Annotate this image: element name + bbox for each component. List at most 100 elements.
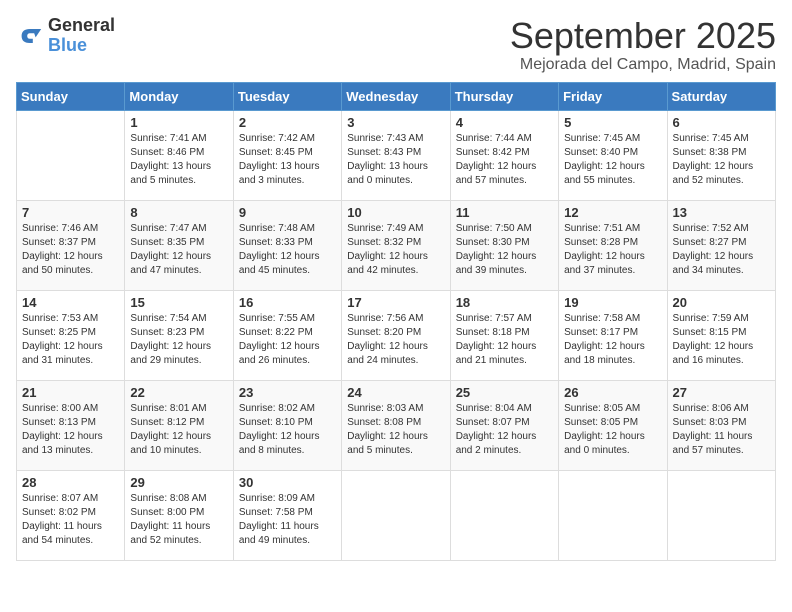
calendar-day-cell: 15 Sunrise: 7:54 AM Sunset: 8:23 PM Dayli… — [125, 290, 233, 380]
day-number: 18 — [456, 295, 553, 310]
day-number: 8 — [130, 205, 227, 220]
calendar-day-cell: 13 Sunrise: 7:52 AM Sunset: 8:27 PM Dayli… — [667, 200, 775, 290]
day-info: Sunrise: 8:03 AM Sunset: 8:08 PM Dayligh… — [347, 402, 444, 458]
day-number: 2 — [239, 115, 336, 130]
calendar-day-cell: 9Sunrise: 7:48 AM Sunset: 8:33 PM Daylig… — [233, 200, 341, 290]
calendar-day-cell: 26 Sunrise: 8:05 AM Sunset: 8:05 PM Dayli… — [559, 380, 667, 470]
logo-icon — [16, 22, 44, 50]
day-number: 28 — [22, 475, 119, 490]
calendar-day-cell: 24 Sunrise: 8:03 AM Sunset: 8:08 PM Dayli… — [342, 380, 450, 470]
day-info: Sunrise: 7:59 AM Sunset: 8:15 PM Dayligh… — [673, 312, 770, 368]
day-number: 13 — [673, 205, 770, 220]
calendar-week-row: 28 Sunrise: 8:07 AM Sunset: 8:02 PM Dayli… — [17, 470, 776, 560]
day-info: Sunrise: 7:45 AM Sunset: 8:38 PM Dayligh… — [673, 132, 770, 188]
calendar-day-cell: 22 Sunrise: 8:01 AM Sunset: 8:12 PM Dayli… — [125, 380, 233, 470]
calendar-day-cell: 29 Sunrise: 8:08 AM Sunset: 8:00 PM Dayli… — [125, 470, 233, 560]
day-number: 30 — [239, 475, 336, 490]
month-title: September 2025 — [510, 16, 776, 56]
day-number: 1 — [130, 115, 227, 130]
day-number: 9 — [239, 205, 336, 220]
day-info: Sunrise: 8:02 AM Sunset: 8:10 PM Dayligh… — [239, 402, 336, 458]
logo: General Blue — [16, 16, 115, 56]
day-number: 14 — [22, 295, 119, 310]
calendar-day-cell — [450, 470, 558, 560]
logo-blue: Blue — [48, 35, 87, 55]
calendar-day-cell: 16Sunrise: 7:55 AM Sunset: 8:22 PM Dayli… — [233, 290, 341, 380]
page-header: General Blue September 2025 Mejorada del… — [16, 16, 776, 74]
day-info: Sunrise: 7:44 AM Sunset: 8:42 PM Dayligh… — [456, 132, 553, 188]
calendar-day-cell — [667, 470, 775, 560]
calendar-day-cell: 20 Sunrise: 7:59 AM Sunset: 8:15 PM Dayli… — [667, 290, 775, 380]
day-number: 26 — [564, 385, 661, 400]
calendar-table: SundayMondayTuesdayWednesdayThursdayFrid… — [16, 82, 776, 561]
calendar-day-cell: 10 Sunrise: 7:49 AM Sunset: 8:32 PM Dayli… — [342, 200, 450, 290]
day-info: Sunrise: 7:56 AM Sunset: 8:20 PM Dayligh… — [347, 312, 444, 368]
calendar-day-cell — [17, 110, 125, 200]
day-info: Sunrise: 7:50 AM Sunset: 8:30 PM Dayligh… — [456, 222, 553, 278]
day-info: Sunrise: 7:45 AM Sunset: 8:40 PM Dayligh… — [564, 132, 661, 188]
day-info: Sunrise: 8:06 AM Sunset: 8:03 PM Dayligh… — [673, 402, 770, 458]
weekday-header: Thursday — [450, 82, 558, 110]
calendar-day-cell: 11 Sunrise: 7:50 AM Sunset: 8:30 PM Dayli… — [450, 200, 558, 290]
day-info: Sunrise: 7:51 AM Sunset: 8:28 PM Dayligh… — [564, 222, 661, 278]
calendar-day-cell: 17 Sunrise: 7:56 AM Sunset: 8:20 PM Dayli… — [342, 290, 450, 380]
day-number: 10 — [347, 205, 444, 220]
day-info: Sunrise: 7:57 AM Sunset: 8:18 PM Dayligh… — [456, 312, 553, 368]
location-title: Mejorada del Campo, Madrid, Spain — [510, 56, 776, 74]
day-number: 25 — [456, 385, 553, 400]
day-info: Sunrise: 8:00 AM Sunset: 8:13 PM Dayligh… — [22, 402, 119, 458]
calendar-day-cell: 1 Sunrise: 7:41 AM Sunset: 8:46 PM Daylig… — [125, 110, 233, 200]
calendar-day-cell: 30 Sunrise: 8:09 AM Sunset: 7:58 PM Dayli… — [233, 470, 341, 560]
day-info: Sunrise: 8:09 AM Sunset: 7:58 PM Dayligh… — [239, 492, 336, 548]
day-number: 16 — [239, 295, 336, 310]
day-info: Sunrise: 8:05 AM Sunset: 8:05 PM Dayligh… — [564, 402, 661, 458]
calendar-day-cell: 7 Sunrise: 7:46 AM Sunset: 8:37 PM Daylig… — [17, 200, 125, 290]
calendar-day-cell: 23 Sunrise: 8:02 AM Sunset: 8:10 PM Dayli… — [233, 380, 341, 470]
calendar-day-cell: 25Sunrise: 8:04 AM Sunset: 8:07 PM Dayli… — [450, 380, 558, 470]
calendar-day-cell: 12 Sunrise: 7:51 AM Sunset: 8:28 PM Dayli… — [559, 200, 667, 290]
day-number: 17 — [347, 295, 444, 310]
calendar-day-cell: 4 Sunrise: 7:44 AM Sunset: 8:42 PM Daylig… — [450, 110, 558, 200]
logo-text: General Blue — [48, 16, 115, 56]
day-info: Sunrise: 8:07 AM Sunset: 8:02 PM Dayligh… — [22, 492, 119, 548]
weekday-header: Saturday — [667, 82, 775, 110]
calendar-week-row: 1 Sunrise: 7:41 AM Sunset: 8:46 PM Daylig… — [17, 110, 776, 200]
day-number: 24 — [347, 385, 444, 400]
calendar-day-cell: 14 Sunrise: 7:53 AM Sunset: 8:25 PM Dayli… — [17, 290, 125, 380]
day-number: 15 — [130, 295, 227, 310]
day-number: 4 — [456, 115, 553, 130]
calendar-day-cell: 21Sunrise: 8:00 AM Sunset: 8:13 PM Dayli… — [17, 380, 125, 470]
day-number: 22 — [130, 385, 227, 400]
day-info: Sunrise: 7:53 AM Sunset: 8:25 PM Dayligh… — [22, 312, 119, 368]
weekday-header: Sunday — [17, 82, 125, 110]
calendar-day-cell: 3 Sunrise: 7:43 AM Sunset: 8:43 PM Daylig… — [342, 110, 450, 200]
day-info: Sunrise: 7:43 AM Sunset: 8:43 PM Dayligh… — [347, 132, 444, 188]
weekday-header-row: SundayMondayTuesdayWednesdayThursdayFrid… — [17, 82, 776, 110]
day-info: Sunrise: 7:52 AM Sunset: 8:27 PM Dayligh… — [673, 222, 770, 278]
weekday-header: Tuesday — [233, 82, 341, 110]
day-number: 29 — [130, 475, 227, 490]
day-info: Sunrise: 7:46 AM Sunset: 8:37 PM Dayligh… — [22, 222, 119, 278]
day-number: 20 — [673, 295, 770, 310]
day-number: 23 — [239, 385, 336, 400]
day-number: 5 — [564, 115, 661, 130]
day-number: 3 — [347, 115, 444, 130]
calendar-week-row: 7 Sunrise: 7:46 AM Sunset: 8:37 PM Daylig… — [17, 200, 776, 290]
calendar-day-cell: 28 Sunrise: 8:07 AM Sunset: 8:02 PM Dayli… — [17, 470, 125, 560]
day-info: Sunrise: 7:58 AM Sunset: 8:17 PM Dayligh… — [564, 312, 661, 368]
day-number: 12 — [564, 205, 661, 220]
day-info: Sunrise: 7:49 AM Sunset: 8:32 PM Dayligh… — [347, 222, 444, 278]
title-block: September 2025 Mejorada del Campo, Madri… — [510, 16, 776, 74]
weekday-header: Monday — [125, 82, 233, 110]
calendar-day-cell: 2Sunrise: 7:42 AM Sunset: 8:45 PM Daylig… — [233, 110, 341, 200]
day-info: Sunrise: 8:08 AM Sunset: 8:00 PM Dayligh… — [130, 492, 227, 548]
day-info: Sunrise: 7:41 AM Sunset: 8:46 PM Dayligh… — [130, 132, 227, 188]
calendar-day-cell: 5 Sunrise: 7:45 AM Sunset: 8:40 PM Daylig… — [559, 110, 667, 200]
weekday-header: Friday — [559, 82, 667, 110]
day-info: Sunrise: 7:54 AM Sunset: 8:23 PM Dayligh… — [130, 312, 227, 368]
day-number: 7 — [22, 205, 119, 220]
day-number: 11 — [456, 205, 553, 220]
day-info: Sunrise: 8:01 AM Sunset: 8:12 PM Dayligh… — [130, 402, 227, 458]
calendar-week-row: 21Sunrise: 8:00 AM Sunset: 8:13 PM Dayli… — [17, 380, 776, 470]
calendar-day-cell — [342, 470, 450, 560]
